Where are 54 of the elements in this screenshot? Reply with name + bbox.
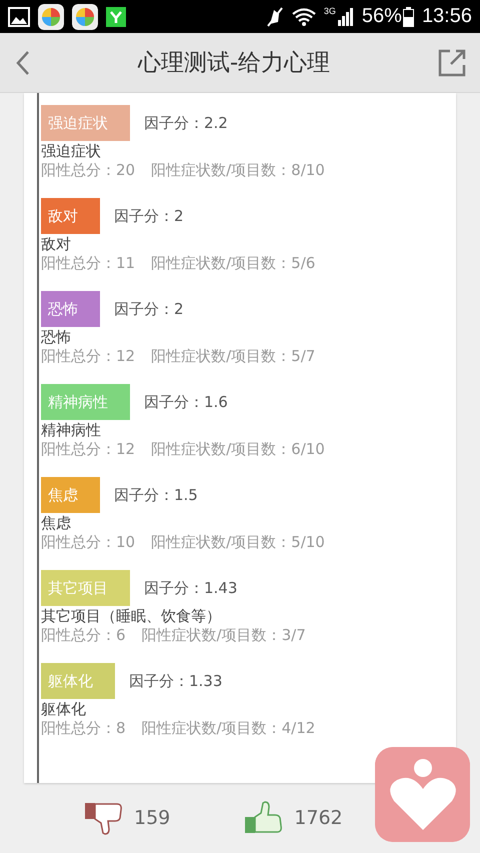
symptom-ratio: 阳性症状数/项目数：6/10 — [151, 440, 325, 459]
symptom-ratio: 阳性症状数/项目数：3/7 — [142, 626, 306, 645]
score-bar: 强迫症状 — [41, 105, 130, 141]
factor-score: 因子分：1.33 — [129, 672, 222, 690]
heart-app-icon[interactable] — [375, 747, 470, 842]
factor-score: 因子分：1.5 — [114, 486, 198, 504]
clock: 13:56 — [422, 5, 472, 28]
symptom-ratio: 阳性症状数/项目数：5/7 — [151, 347, 316, 366]
symptom-ratio: 阳性症状数/项目数：4/12 — [142, 719, 316, 738]
thumbs-up-icon[interactable] — [244, 801, 284, 835]
mute-icon — [266, 6, 284, 26]
score-bar: 躯体化 — [41, 663, 115, 699]
factor-name: 精神病性 — [41, 421, 102, 440]
app-icon — [72, 4, 98, 30]
gallery-icon — [8, 6, 30, 26]
factor-name: 其它项目（睡眠、饮食等） — [41, 607, 222, 626]
back-icon[interactable] — [16, 50, 30, 76]
score-bar: 恐怖 — [41, 291, 100, 327]
app-icon — [106, 6, 126, 26]
score-bar: 焦虑 — [41, 477, 100, 513]
wifi-icon — [292, 8, 316, 26]
symptom-ratio: 阳性症状数/项目数：8/10 — [151, 161, 325, 180]
signal-icon — [338, 8, 354, 26]
battery-icon — [402, 6, 414, 26]
symptom-ratio: 阳性症状数/项目数：5/10 — [151, 533, 325, 552]
score-bar: 精神病性 — [41, 384, 130, 420]
factor-name: 强迫症状 — [41, 142, 102, 161]
factor-score: 因子分：2 — [114, 300, 184, 318]
positive-total: 阳性总分：12 — [41, 440, 136, 459]
factor-name: 焦虑 — [41, 514, 72, 533]
app-icon — [38, 4, 64, 30]
thumbs-down-icon[interactable] — [84, 801, 124, 835]
factor-name: 躯体化 — [41, 700, 87, 719]
share-icon[interactable] — [438, 48, 466, 76]
dislike-count: 159 — [134, 807, 170, 829]
positive-total: 阳性总分：8 — [41, 719, 126, 738]
positive-total: 阳性总分：20 — [41, 161, 136, 180]
score-bar: 敌对 — [41, 198, 100, 234]
positive-total: 阳性总分：6 — [41, 626, 126, 645]
score-bar: 其它项目 — [41, 570, 130, 606]
positive-total: 阳性总分：12 — [41, 347, 136, 366]
like-count: 1762 — [294, 807, 343, 829]
factor-score: 因子分：2.2 — [144, 114, 228, 132]
network-type: 3G — [324, 6, 336, 16]
factor-score: 因子分：2 — [114, 206, 184, 226]
positive-total: 阳性总分：11 — [41, 254, 136, 273]
positive-total: 阳性总分：10 — [41, 533, 136, 552]
factor-score: 因子分：1.43 — [144, 578, 238, 598]
page-title: 心理测试-给力心理 — [138, 49, 330, 78]
factor-name: 恐怖 — [41, 328, 72, 347]
factor-name: 敌对 — [41, 235, 72, 254]
battery-percent: 56% — [362, 5, 402, 28]
factor-score: 因子分：1.6 — [144, 392, 228, 412]
symptom-ratio: 阳性症状数/项目数：5/6 — [151, 254, 316, 273]
